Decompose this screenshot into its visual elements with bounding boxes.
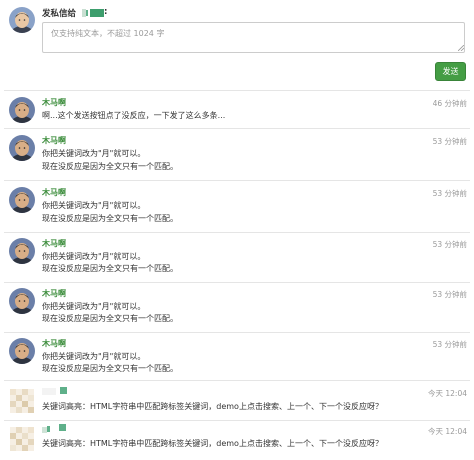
message-item: 今天 12:04 关键词高亮：HTML字符串中匹配跨标签关键词，demo上点击搜…: [0, 380, 474, 420]
message-text: 现在没反应是因为全文只有一个匹配。: [42, 264, 178, 273]
message-item: 木马啊 53 分钟前 你把关键词改为"月"就可以。 现在没反应是因为全文只有一个…: [0, 180, 474, 232]
message-time: 53 分钟前: [432, 290, 467, 299]
divider: [4, 128, 470, 129]
compose-title: 发私信给: [42, 9, 77, 19]
divider: [4, 420, 470, 421]
sender-avatar[interactable]: [9, 97, 35, 123]
divider: [4, 380, 470, 381]
resize-grip-icon[interactable]: [458, 45, 464, 51]
message-item: 木马啊 53 分钟前 你把关键词改为"月"就可以。 现在没反应是因为全文只有一个…: [0, 332, 474, 380]
message-time: 53 分钟前: [432, 340, 467, 349]
compose-panel: 发私信给 : 发送: [0, 0, 474, 88]
message-time: 今天 12:04: [428, 427, 467, 436]
redacted-sender-name[interactable]: [42, 387, 68, 396]
sender-name[interactable]: 木马啊: [42, 135, 66, 146]
sender-avatar[interactable]: [9, 338, 35, 364]
sender-name[interactable]: 木马啊: [42, 97, 66, 108]
sender-avatar[interactable]: [9, 238, 35, 264]
message-text: 你把关键词改为"月"就可以。: [42, 302, 146, 311]
sender-avatar[interactable]: [9, 187, 35, 213]
redacted-avatar[interactable]: [10, 389, 34, 413]
sender-avatar[interactable]: [9, 135, 35, 161]
message-time: 53 分钟前: [432, 137, 467, 146]
message-time: 今天 12:04: [428, 389, 467, 398]
redacted-recipient-name: [82, 9, 104, 17]
message-time: 53 分钟前: [432, 240, 467, 249]
message-item: 木马啊 53 分钟前 你把关键词改为"月"就可以。 现在没反应是因为全文只有一个…: [0, 282, 474, 332]
divider: [4, 90, 470, 91]
send-button[interactable]: 发送: [435, 62, 466, 81]
sender-avatar[interactable]: [9, 288, 35, 314]
compose-title-colon: :: [104, 7, 108, 17]
my-avatar: [9, 7, 35, 33]
sender-name[interactable]: 木马啊: [42, 288, 66, 299]
redacted-sender-name[interactable]: [42, 424, 68, 434]
message-item: 木马啊 46 分钟前 啊...这个发送按钮点了没反应，一下发了这么多条...: [0, 90, 474, 128]
message-text: 你把关键词改为"月"就可以。: [42, 352, 146, 361]
divider: [4, 332, 470, 333]
redacted-avatar[interactable]: [10, 427, 34, 451]
message-time: 46 分钟前: [432, 99, 467, 108]
message-text: 关键词高亮：HTML字符串中匹配跨标签关键词，demo上点击搜索、上一个、下一个…: [42, 439, 383, 448]
message-item: 木马啊 53 分钟前 你把关键词改为"月"就可以。 现在没反应是因为全文只有一个…: [0, 128, 474, 180]
message-text: 你把关键词改为"月"就可以。: [42, 149, 146, 158]
message-text: 现在没反应是因为全文只有一个匹配。: [42, 364, 178, 373]
divider: [4, 282, 470, 283]
message-text: 现在没反应是因为全文只有一个匹配。: [42, 162, 178, 171]
message-text: 你把关键词改为"月"就可以。: [42, 252, 146, 261]
message-item: 木马啊 53 分钟前 你把关键词改为"月"就可以。 现在没反应是因为全文只有一个…: [0, 232, 474, 282]
message-text: 啊...这个发送按钮点了没反应，一下发了这么多条...: [42, 111, 226, 120]
sender-name[interactable]: 木马啊: [42, 338, 66, 349]
message-text: 关键词高亮：HTML字符串中匹配跨标签关键词，demo上点击搜索、上一个、下一个…: [42, 402, 383, 411]
message-textarea[interactable]: [42, 22, 465, 53]
message-item: 今天 12:04 关键词高亮：HTML字符串中匹配跨标签关键词，demo上点击搜…: [0, 420, 474, 460]
divider: [4, 232, 470, 233]
divider: [4, 180, 470, 181]
sender-name[interactable]: 木马啊: [42, 187, 66, 198]
message-text: 你把关键词改为"月"就可以。: [42, 201, 146, 210]
sender-name[interactable]: 木马啊: [42, 238, 66, 249]
message-time: 53 分钟前: [432, 189, 467, 198]
message-text: 现在没反应是因为全文只有一个匹配。: [42, 314, 178, 323]
message-text: 现在没反应是因为全文只有一个匹配。: [42, 214, 178, 223]
